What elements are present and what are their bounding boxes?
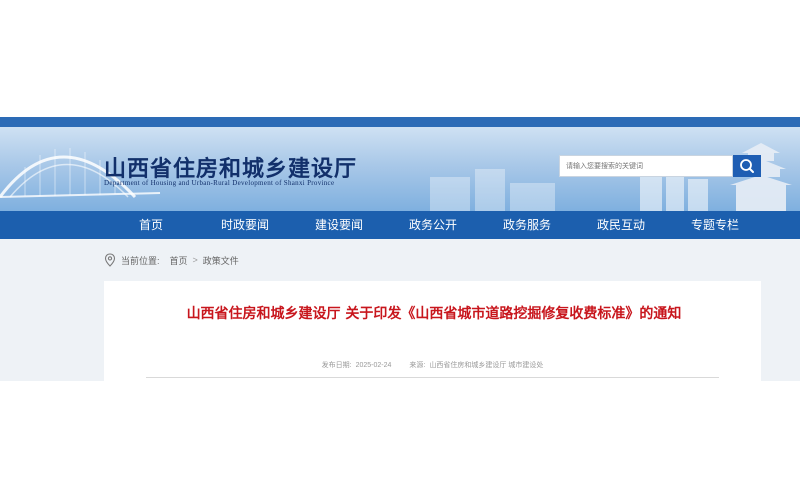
publish-date-label: 发布日期: xyxy=(321,362,352,369)
breadcrumb: 当前位置: 首页 > 政策文件 xyxy=(104,251,239,269)
search-icon xyxy=(740,159,754,173)
article-meta: 发布日期: 2025-02-24 来源: 山西省住房和城乡建设厅 城市建设处 xyxy=(104,360,761,370)
nav-item-government-services[interactable]: 政务服务 xyxy=(480,211,574,239)
breadcrumb-current[interactable]: 政策文件 xyxy=(203,254,239,267)
article-card: 山西省住房和城乡建设厅 关于印发《山西省城市道路挖掘修复收费标准》的通知 发布日… xyxy=(104,281,761,381)
title-divider xyxy=(146,377,719,378)
site-subtitle: Department of Housing and Urban-Rural De… xyxy=(104,179,335,187)
nav-item-special-topics[interactable]: 专题专栏 xyxy=(668,211,762,239)
top-utility-bar xyxy=(0,117,800,127)
breadcrumb-separator: > xyxy=(192,255,198,265)
main-nav: 首页 时政要闻 建设要闻 政务公开 政务服务 政民互动 专题专栏 xyxy=(0,211,800,239)
breadcrumb-prefix: 当前位置: xyxy=(121,255,160,266)
page-viewport: 山西省住房和城乡建设厅 Department of Housing and Ur… xyxy=(0,117,800,381)
nav-item-public-interaction[interactable]: 政民互动 xyxy=(574,211,668,239)
nav-item-home[interactable]: 首页 xyxy=(104,211,198,239)
location-pin-icon xyxy=(104,253,116,267)
search-button[interactable] xyxy=(733,155,761,177)
nav-item-construction-news[interactable]: 建设要闻 xyxy=(292,211,386,239)
publish-date: 2025-02-24 xyxy=(355,362,392,369)
nav-item-current-affairs[interactable]: 时政要闻 xyxy=(198,211,292,239)
nav-item-government-affairs[interactable]: 政务公开 xyxy=(386,211,480,239)
site-header-banner: 山西省住房和城乡建设厅 Department of Housing and Ur… xyxy=(0,127,800,211)
source-label: 来源: xyxy=(409,362,426,369)
article-source: 山西省住房和城乡建设厅 城市建设处 xyxy=(429,362,544,369)
search-bar xyxy=(559,155,761,177)
article-title: 山西省住房和城乡建设厅 关于印发《山西省城市道路挖掘修复收费标准》的通知 xyxy=(186,306,682,322)
breadcrumb-home-link[interactable]: 首页 xyxy=(170,254,188,267)
search-input[interactable] xyxy=(559,155,733,177)
